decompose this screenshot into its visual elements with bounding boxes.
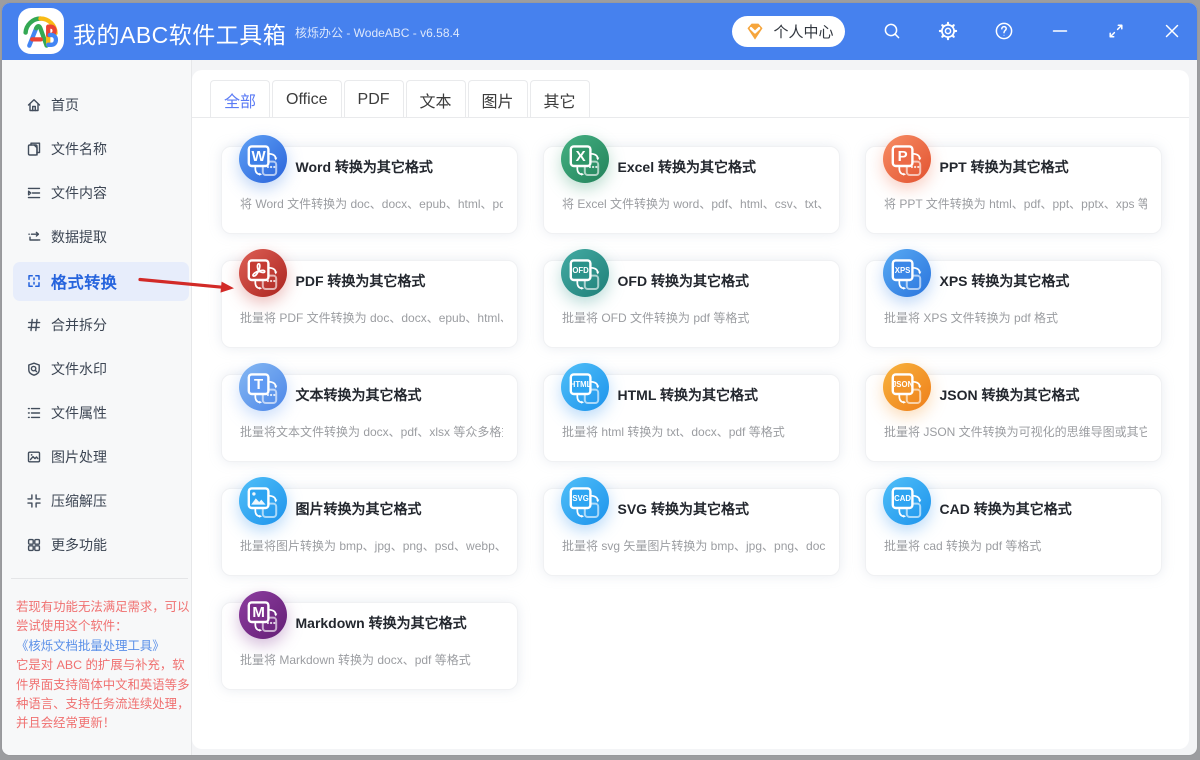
svg-text:W: W [252, 148, 267, 165]
svg-text:X: X [576, 148, 586, 165]
svg-text:P: P [898, 148, 908, 165]
svg-text:XPS: XPS [895, 266, 911, 275]
svg-text:M: M [252, 604, 265, 621]
svg-text:SVG: SVG [572, 494, 588, 503]
svg-text:JSON: JSON [892, 380, 914, 389]
svg-text:T: T [254, 376, 263, 393]
svg-text:OFD: OFD [572, 266, 589, 275]
svg-text:HTML: HTML [570, 380, 592, 389]
svg-text:CAD: CAD [894, 494, 911, 503]
